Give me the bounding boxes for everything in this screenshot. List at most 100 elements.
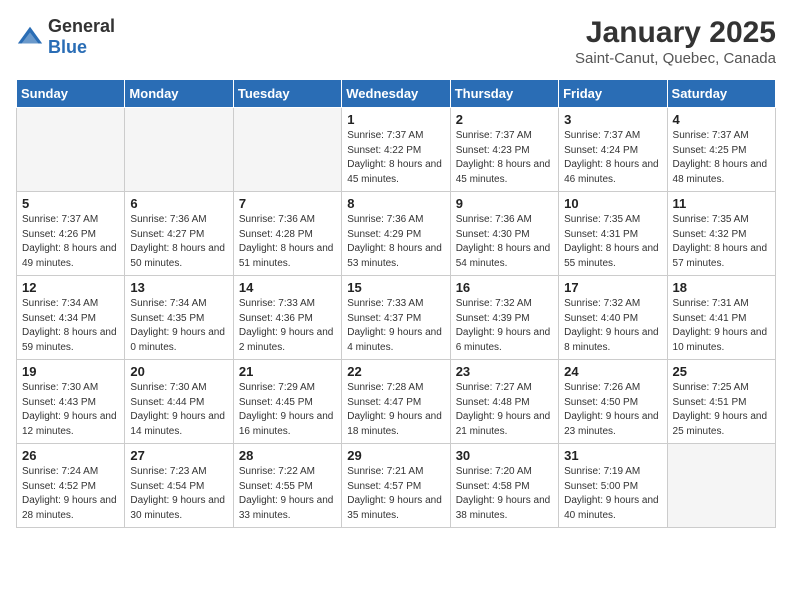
calendar-table: SundayMondayTuesdayWednesdayThursdayFrid… (16, 79, 776, 528)
calendar-cell: 19Sunrise: 7:30 AM Sunset: 4:43 PM Dayli… (17, 360, 125, 444)
month-title: January 2025 (575, 16, 776, 50)
logo-icon (16, 23, 44, 51)
calendar-cell (125, 108, 233, 192)
day-number: 2 (456, 112, 553, 127)
cell-info: Sunrise: 7:30 AM Sunset: 4:44 PM Dayligh… (130, 381, 227, 439)
cell-info: Sunrise: 7:32 AM Sunset: 4:39 PM Dayligh… (456, 297, 553, 355)
day-number: 6 (130, 196, 227, 211)
logo-text: General Blue (48, 16, 115, 58)
calendar-cell: 5 Sunrise: 7:37 AM Sunset: 4:26 PM Daylig… (17, 192, 125, 276)
day-number: 4 (673, 112, 770, 127)
cell-info: Sunrise: 7:31 AM Sunset: 4:41 PM Dayligh… (673, 297, 770, 355)
calendar-cell: 7Sunrise: 7:36 AM Sunset: 4:28 PM Daylig… (233, 192, 341, 276)
day-number: 1 (347, 112, 444, 127)
cell-info: Sunrise: 7:37 AM Sunset: 4:24 PM Dayligh… (564, 129, 661, 187)
calendar-cell: 22 Sunrise: 7:28 AM Sunset: 4:47 PM Dayli… (342, 360, 450, 444)
logo-general: General (48, 16, 115, 36)
cell-info: Sunrise: 7:28 AM Sunset: 4:47 PM Dayligh… (347, 381, 444, 439)
calendar-cell: 25 Sunrise: 7:25 AM Sunset: 4:51 PM Dayli… (667, 360, 775, 444)
day-number: 30 (456, 448, 553, 463)
calendar-cell: 12 Sunrise: 7:34 AM Sunset: 4:34 PM Dayli… (17, 276, 125, 360)
cell-info: Sunrise: 7:26 AM Sunset: 4:50 PM Dayligh… (564, 381, 661, 439)
day-number: 18 (673, 280, 770, 295)
day-header-tuesday: Tuesday (233, 80, 341, 108)
week-row-2: 5 Sunrise: 7:37 AM Sunset: 4:26 PM Daylig… (17, 192, 776, 276)
cell-info: Sunrise: 7:35 AM Sunset: 4:31 PM Dayligh… (564, 213, 661, 271)
title-block: January 2025 Saint-Canut, Quebec, Canada (575, 16, 776, 67)
cell-info: Sunrise: 7:37 AM Sunset: 4:26 PM Dayligh… (22, 213, 119, 271)
calendar-cell: 1 Sunrise: 7:37 AM Sunset: 4:22 PM Daylig… (342, 108, 450, 192)
day-number: 14 (239, 280, 336, 295)
day-number: 11 (673, 196, 770, 211)
cell-info: Sunrise: 7:24 AM Sunset: 4:52 PM Dayligh… (22, 465, 119, 523)
location-title: Saint-Canut, Quebec, Canada (575, 50, 776, 67)
logo-blue: Blue (48, 37, 87, 57)
day-number: 9 (456, 196, 553, 211)
day-number: 21 (239, 364, 336, 379)
day-number: 26 (22, 448, 119, 463)
day-header-monday: Monday (125, 80, 233, 108)
cell-info: Sunrise: 7:25 AM Sunset: 4:51 PM Dayligh… (673, 381, 770, 439)
page-header: General Blue January 2025 Saint-Canut, Q… (16, 16, 776, 67)
cell-info: Sunrise: 7:34 AM Sunset: 4:34 PM Dayligh… (22, 297, 119, 355)
day-number: 15 (347, 280, 444, 295)
day-number: 3 (564, 112, 661, 127)
day-number: 31 (564, 448, 661, 463)
day-number: 29 (347, 448, 444, 463)
day-number: 20 (130, 364, 227, 379)
calendar-cell: 27 Sunrise: 7:23 AM Sunset: 4:54 PM Dayli… (125, 444, 233, 528)
calendar-cell: 17Sunrise: 7:32 AM Sunset: 4:40 PM Dayli… (559, 276, 667, 360)
calendar-cell (233, 108, 341, 192)
day-number: 13 (130, 280, 227, 295)
calendar-cell (667, 444, 775, 528)
cell-info: Sunrise: 7:33 AM Sunset: 4:37 PM Dayligh… (347, 297, 444, 355)
day-number: 7 (239, 196, 336, 211)
calendar-cell: 13 Sunrise: 7:34 AM Sunset: 4:35 PM Dayli… (125, 276, 233, 360)
day-header-sunday: Sunday (17, 80, 125, 108)
day-number: 5 (22, 196, 119, 211)
cell-info: Sunrise: 7:27 AM Sunset: 4:48 PM Dayligh… (456, 381, 553, 439)
calendar-cell: 9 Sunrise: 7:36 AM Sunset: 4:30 PM Daylig… (450, 192, 558, 276)
calendar-cell: 16Sunrise: 7:32 AM Sunset: 4:39 PM Dayli… (450, 276, 558, 360)
cell-info: Sunrise: 7:37 AM Sunset: 4:25 PM Dayligh… (673, 129, 770, 187)
cell-info: Sunrise: 7:19 AM Sunset: 5:00 PM Dayligh… (564, 465, 661, 523)
day-number: 28 (239, 448, 336, 463)
day-number: 12 (22, 280, 119, 295)
calendar-cell (17, 108, 125, 192)
cell-info: Sunrise: 7:36 AM Sunset: 4:30 PM Dayligh… (456, 213, 553, 271)
calendar-cell: 26 Sunrise: 7:24 AM Sunset: 4:52 PM Dayli… (17, 444, 125, 528)
calendar-cell: 28 Sunrise: 7:22 AM Sunset: 4:55 PM Dayli… (233, 444, 341, 528)
cell-info: Sunrise: 7:33 AM Sunset: 4:36 PM Dayligh… (239, 297, 336, 355)
cell-info: Sunrise: 7:37 AM Sunset: 4:23 PM Dayligh… (456, 129, 553, 187)
calendar-cell: 3 Sunrise: 7:37 AM Sunset: 4:24 PM Daylig… (559, 108, 667, 192)
day-number: 25 (673, 364, 770, 379)
day-header-saturday: Saturday (667, 80, 775, 108)
cell-info: Sunrise: 7:32 AM Sunset: 4:40 PM Dayligh… (564, 297, 661, 355)
calendar-cell: 21 Sunrise: 7:29 AM Sunset: 4:45 PM Dayli… (233, 360, 341, 444)
calendar-cell: 4 Sunrise: 7:37 AM Sunset: 4:25 PM Daylig… (667, 108, 775, 192)
cell-info: Sunrise: 7:23 AM Sunset: 4:54 PM Dayligh… (130, 465, 227, 523)
calendar-cell: 18 Sunrise: 7:31 AM Sunset: 4:41 PM Dayli… (667, 276, 775, 360)
calendar-cell: 14 Sunrise: 7:33 AM Sunset: 4:36 PM Dayli… (233, 276, 341, 360)
cell-info: Sunrise: 7:34 AM Sunset: 4:35 PM Dayligh… (130, 297, 227, 355)
week-row-5: 26 Sunrise: 7:24 AM Sunset: 4:52 PM Dayli… (17, 444, 776, 528)
calendar-cell: 6Sunrise: 7:36 AM Sunset: 4:27 PM Daylig… (125, 192, 233, 276)
logo: General Blue (16, 16, 115, 58)
cell-info: Sunrise: 7:29 AM Sunset: 4:45 PM Dayligh… (239, 381, 336, 439)
cell-info: Sunrise: 7:22 AM Sunset: 4:55 PM Dayligh… (239, 465, 336, 523)
week-row-4: 19Sunrise: 7:30 AM Sunset: 4:43 PM Dayli… (17, 360, 776, 444)
cell-info: Sunrise: 7:35 AM Sunset: 4:32 PM Dayligh… (673, 213, 770, 271)
day-number: 22 (347, 364, 444, 379)
calendar-cell: 30Sunrise: 7:20 AM Sunset: 4:58 PM Dayli… (450, 444, 558, 528)
cell-info: Sunrise: 7:37 AM Sunset: 4:22 PM Dayligh… (347, 129, 444, 187)
day-number: 24 (564, 364, 661, 379)
day-header-friday: Friday (559, 80, 667, 108)
week-row-1: 1 Sunrise: 7:37 AM Sunset: 4:22 PM Daylig… (17, 108, 776, 192)
week-row-3: 12 Sunrise: 7:34 AM Sunset: 4:34 PM Dayli… (17, 276, 776, 360)
calendar-cell: 31 Sunrise: 7:19 AM Sunset: 5:00 PM Dayli… (559, 444, 667, 528)
calendar-cell: 23Sunrise: 7:27 AM Sunset: 4:48 PM Dayli… (450, 360, 558, 444)
calendar-header-row: SundayMondayTuesdayWednesdayThursdayFrid… (17, 80, 776, 108)
day-number: 27 (130, 448, 227, 463)
calendar-cell: 15 Sunrise: 7:33 AM Sunset: 4:37 PM Dayli… (342, 276, 450, 360)
calendar-cell: 24 Sunrise: 7:26 AM Sunset: 4:50 PM Dayli… (559, 360, 667, 444)
